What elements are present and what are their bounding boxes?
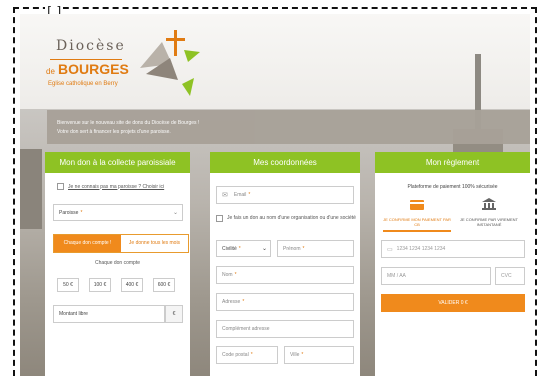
banner-line-2: Votre don sert à financer les projets d'… [57,129,171,135]
unknown-parish-checkbox[interactable] [57,183,64,190]
validate-button[interactable]: VALIDER 0 € [381,294,525,312]
expiry-field[interactable]: MM / AA [381,267,491,285]
organisation-label: Je fais un don au nom d'une organisation… [227,215,356,221]
lastname-required-mark: * [234,272,237,278]
transfer-option-label: JE CONFIRME PAR VIREMENT INSTANTANÉ [460,217,518,227]
bank-icon [482,198,496,210]
donation-frequency-toggle[interactable]: Chaque don compte ! Je donne tous les mo… [53,234,189,253]
one-time-option[interactable]: Chaque don compte ! [54,235,121,252]
chevron-down-icon: ⌄ [172,210,178,216]
logo-diocese-text: Diocèse [56,38,126,54]
logo-bourges-text: BOURGES [58,61,129,77]
amount-option-50[interactable]: 50 € [57,278,79,292]
city-field[interactable]: Ville * [284,346,354,364]
card-number-placeholder: 1234 1234 1234 1234 [396,246,446,252]
address-extra-field[interactable]: Complément adresse [216,320,354,338]
credit-card-icon [410,200,424,210]
banner-line-1: Bienvenue sur le nouveau site de dons du… [57,120,200,126]
donation-panel: Mon don à la collecte paroissiale Je ne … [45,152,190,376]
diocese-logo[interactable]: Diocèse de BOURGES Eglise catholique en … [44,24,204,104]
card-option-label: JE CONFIRME MON PAIEMENT PAR CB [383,217,451,227]
postal-code-field[interactable]: Code postal * [216,346,278,364]
civility-label: Civilité [222,245,237,252]
unknown-parish-row[interactable]: Je ne connais pas ma paroisse ? Choisir … [57,183,164,190]
secure-platform-text: Plateforme de paiement 100% sécurisée [407,184,498,190]
parish-select[interactable]: Paroisse * ⌄ [53,204,183,221]
unknown-parish-label[interactable]: Je ne connais pas ma paroisse ? Choisir … [68,184,164,190]
envelope-icon: ✉ [222,192,228,199]
cvc-field[interactable]: CVC [495,267,525,285]
civility-select[interactable]: Civilité * ⌄ [216,240,271,257]
lastname-field[interactable]: Nom * [216,266,354,284]
welcome-banner: Bienvenue sur le nouveau site de dons du… [47,110,530,144]
cvc-placeholder: CVC [501,273,512,279]
amount-option-600[interactable]: 600 € [153,278,175,292]
organisation-row[interactable]: Je fais un don au nom d'une organisation… [216,215,356,222]
parish-select-label: Paroisse [59,209,79,216]
card-small-icon: ▭ [387,246,393,253]
city-placeholder: Ville [290,352,300,358]
email-field[interactable]: ✉ Email * [216,186,354,204]
amount-option-100[interactable]: 100 € [89,278,111,292]
address-field[interactable]: Adresse * [216,293,354,311]
transfer-payment-option[interactable]: JE CONFIRME PAR VIREMENT INSTANTANÉ [455,196,523,232]
organisation-checkbox[interactable] [216,215,223,222]
currency-addon: € [165,305,183,323]
contact-panel: Mes coordonnées ✉ Email * Je fais un don… [210,152,360,376]
city-required-mark: * [301,352,304,358]
email-placeholder: Email [233,192,247,198]
tower-left [20,149,42,229]
donation-page: Diocèse de BOURGES Eglise catholique en … [20,14,530,376]
address-extra-placeholder: Complément adresse [222,326,270,332]
dove-cross-icon [140,30,200,96]
address-placeholder: Adresse [222,299,241,305]
free-amount-placeholder: Montant libre [59,311,88,317]
donation-panel-title: Mon don à la collecte paroissiale [45,152,190,173]
firstname-field[interactable]: Prénom * [277,240,354,257]
free-amount-input[interactable]: Montant libre [53,305,165,323]
parish-required-mark: * [80,209,83,216]
postal-code-placeholder: Code postal [222,352,249,358]
card-payment-option[interactable]: JE CONFIRME MON PAIEMENT PAR CB [383,196,451,232]
logo-de-text: de [46,67,55,76]
frequency-caption: Chaque don compte [94,260,141,266]
lastname-placeholder: Nom [222,272,233,278]
payment-panel-title: Mon règlement [375,152,530,173]
firstname-required-mark: * [302,245,305,252]
expiry-placeholder: MM / AA [387,273,406,279]
civility-required-mark: * [238,245,241,252]
contact-panel-title: Mes coordonnées [210,152,360,173]
payment-panel: Mon règlement Plateforme de paiement 100… [375,152,530,376]
email-required-mark: * [248,192,251,198]
address-required-mark: * [242,299,245,305]
card-number-field[interactable]: ▭ 1234 1234 1234 1234 [381,240,525,258]
monthly-option[interactable]: Je donne tous les mois [121,235,188,252]
chevron-down-icon: ⌄ [261,246,267,252]
amount-option-400[interactable]: 400 € [121,278,143,292]
logo-subtitle: Eglise catholique en Berry [48,81,118,87]
postal-required-mark: * [250,352,253,358]
firstname-placeholder: Prénom [283,245,301,252]
logo-swoosh [50,59,122,60]
